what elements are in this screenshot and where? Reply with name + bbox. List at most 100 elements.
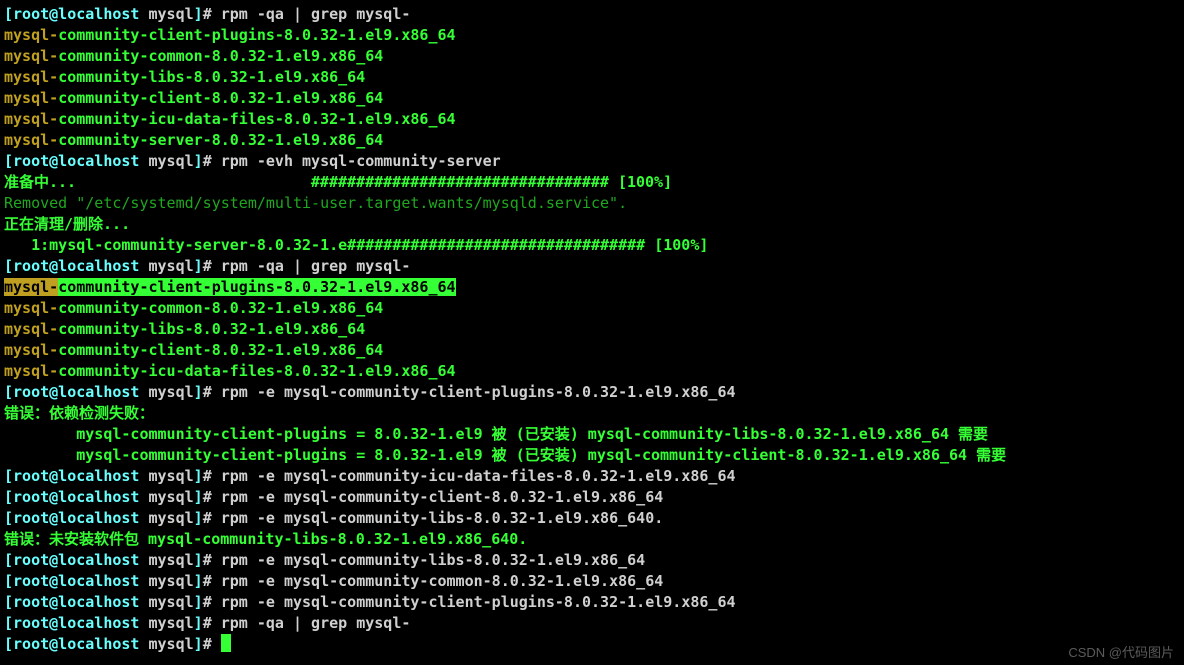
- prompt-bracket: ]: [194, 152, 203, 170]
- prompt-user-host: root@localhost: [13, 635, 139, 653]
- package-prefix: mysql-: [4, 89, 58, 107]
- package-prefix: mysql-: [4, 299, 58, 317]
- command-input[interactable]: rpm -qa | grep mysql-: [221, 5, 411, 23]
- prompt-user-host: root@localhost: [13, 488, 139, 506]
- prompt-bracket: ]: [194, 635, 203, 653]
- prompt-bracket: ]: [194, 467, 203, 485]
- prompt-bracket: [: [4, 614, 13, 632]
- package-name: community-libs-8.0.32-1.el9.x86_64: [58, 68, 365, 86]
- prompt-cwd: mysql: [139, 572, 193, 590]
- terminal-output[interactable]: [root@localhost mysql]# rpm -qa | grep m…: [0, 0, 1184, 659]
- error-dep-title: 错误：依赖检测失败：: [4, 404, 154, 422]
- prompt-hash: #: [203, 152, 221, 170]
- prompt-cwd: mysql: [139, 488, 193, 506]
- prompt-user-host: root@localhost: [13, 257, 139, 275]
- package-name: community-client-8.0.32-1.el9.x86_64: [58, 89, 383, 107]
- prompt-bracket: ]: [194, 551, 203, 569]
- package-prefix: mysql-: [4, 47, 58, 65]
- prompt-cwd: mysql: [139, 383, 193, 401]
- prompt-hash: #: [203, 635, 221, 653]
- package-prefix: mysql-: [4, 278, 58, 296]
- prompt-user-host: root@localhost: [13, 572, 139, 590]
- command-input[interactable]: rpm -qa | grep mysql-: [221, 614, 411, 632]
- package-prefix: mysql-: [4, 131, 58, 149]
- prompt-bracket: [: [4, 383, 13, 401]
- erase-preparing: 准备中... #################################…: [4, 173, 672, 191]
- prompt-hash: #: [203, 488, 221, 506]
- package-name: community-client-plugins-8.0.32-1.el9.x8…: [58, 278, 455, 296]
- erase-removed: Removed "/etc/systemd/system/multi-user.…: [4, 194, 627, 212]
- prompt-bracket: ]: [194, 572, 203, 590]
- command-input[interactable]: rpm -e mysql-community-icu-data-files-8.…: [221, 467, 736, 485]
- package-prefix: mysql-: [4, 320, 58, 338]
- prompt-hash: #: [203, 509, 221, 527]
- erase-cleaning: 正在清理/删除...: [4, 215, 130, 233]
- command-input[interactable]: rpm -e mysql-community-client-8.0.32-1.e…: [221, 488, 664, 506]
- package-prefix: mysql-: [4, 110, 58, 128]
- prompt-cwd: mysql: [139, 5, 193, 23]
- prompt-user-host: root@localhost: [13, 614, 139, 632]
- cursor: [221, 634, 231, 652]
- prompt-hash: #: [203, 5, 221, 23]
- command-input[interactable]: rpm -qa | grep mysql-: [221, 257, 411, 275]
- prompt-user-host: root@localhost: [13, 551, 139, 569]
- prompt-bracket: [: [4, 488, 13, 506]
- prompt-bracket: [: [4, 467, 13, 485]
- prompt-bracket: [: [4, 593, 13, 611]
- prompt-cwd: mysql: [139, 509, 193, 527]
- package-name: community-client-8.0.32-1.el9.x86_64: [58, 341, 383, 359]
- command-input[interactable]: rpm -e mysql-community-client-plugins-8.…: [221, 593, 736, 611]
- prompt-user-host: root@localhost: [13, 5, 139, 23]
- prompt-cwd: mysql: [139, 614, 193, 632]
- prompt-bracket: [: [4, 635, 13, 653]
- prompt-cwd: mysql: [139, 257, 193, 275]
- error-not-installed: 错误：未安装软件包 mysql-community-libs-8.0.32-1.…: [4, 530, 527, 548]
- package-name: community-icu-data-files-8.0.32-1.el9.x8…: [58, 110, 455, 128]
- prompt-hash: #: [203, 467, 221, 485]
- prompt-bracket: ]: [194, 257, 203, 275]
- prompt-bracket: ]: [194, 614, 203, 632]
- prompt-cwd: mysql: [139, 593, 193, 611]
- prompt-hash: #: [203, 614, 221, 632]
- prompt-bracket: [: [4, 257, 13, 275]
- package-name: community-icu-data-files-8.0.32-1.el9.x8…: [58, 362, 455, 380]
- package-name: community-libs-8.0.32-1.el9.x86_64: [58, 320, 365, 338]
- prompt-bracket: [: [4, 551, 13, 569]
- package-prefix: mysql-: [4, 26, 58, 44]
- prompt-hash: #: [203, 257, 221, 275]
- prompt-user-host: root@localhost: [13, 383, 139, 401]
- command-input[interactable]: rpm -e mysql-community-client-plugins-8.…: [221, 383, 736, 401]
- command-input[interactable]: rpm -e mysql-community-libs-8.0.32-1.el9…: [221, 509, 664, 527]
- package-name: community-common-8.0.32-1.el9.x86_64: [58, 299, 383, 317]
- package-name: community-common-8.0.32-1.el9.x86_64: [58, 47, 383, 65]
- command-input[interactable]: rpm -e mysql-community-libs-8.0.32-1.el9…: [221, 551, 645, 569]
- prompt-cwd: mysql: [139, 551, 193, 569]
- prompt-cwd: mysql: [139, 467, 193, 485]
- prompt-user-host: root@localhost: [13, 593, 139, 611]
- command-input[interactable]: rpm -evh mysql-community-server: [221, 152, 501, 170]
- prompt-bracket: ]: [194, 593, 203, 611]
- erase-progress: 1:mysql-community-server-8.0.32-1.e#####…: [4, 236, 708, 254]
- package-name: community-client-plugins-8.0.32-1.el9.x8…: [58, 26, 455, 44]
- package-prefix: mysql-: [4, 68, 58, 86]
- prompt-bracket: [: [4, 152, 13, 170]
- prompt-hash: #: [203, 593, 221, 611]
- command-input[interactable]: rpm -e mysql-community-common-8.0.32-1.e…: [221, 572, 664, 590]
- prompt-hash: #: [203, 572, 221, 590]
- prompt-hash: #: [203, 551, 221, 569]
- package-prefix: mysql-: [4, 341, 58, 359]
- prompt-bracket: [: [4, 572, 13, 590]
- package-name: community-server-8.0.32-1.el9.x86_64: [58, 131, 383, 149]
- prompt-cwd: mysql: [139, 635, 193, 653]
- prompt-bracket: ]: [194, 5, 203, 23]
- error-dep-line: mysql-community-client-plugins = 8.0.32-…: [4, 446, 1006, 464]
- prompt-bracket: [: [4, 509, 13, 527]
- prompt-bracket: ]: [194, 383, 203, 401]
- prompt-bracket: [: [4, 5, 13, 23]
- prompt-hash: #: [203, 383, 221, 401]
- error-dep-line: mysql-community-client-plugins = 8.0.32-…: [4, 425, 988, 443]
- prompt-user-host: root@localhost: [13, 467, 139, 485]
- prompt-bracket: ]: [194, 488, 203, 506]
- prompt-user-host: root@localhost: [13, 152, 139, 170]
- prompt-cwd: mysql: [139, 152, 193, 170]
